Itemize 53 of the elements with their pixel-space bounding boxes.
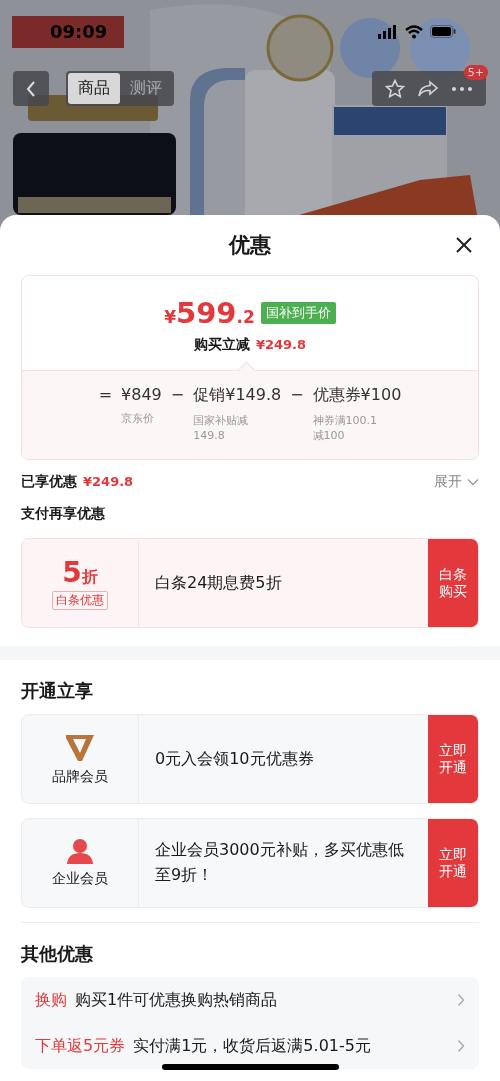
action-button[interactable]: 白条购买 [428,539,478,627]
wifi-icon [405,24,423,39]
offer-tag: 换购 [35,989,67,1011]
status-time: 09:09 [50,21,108,42]
tab[interactable]: 测评 [120,73,172,104]
offer-text: 实付满1元，收货后返满5.01-5元 [133,1035,372,1057]
section-title: 其他优惠 [21,942,94,966]
enjoyed-amount: ¥249.8 [83,474,134,489]
offer-text: 企业会员3000元补贴，多买优惠低至9折！ [154,839,405,886]
sheet-title: 优惠 [229,232,271,259]
operator-sign: − [170,385,185,406]
share-icon [417,79,439,98]
offer-text: 白条24期息费5折 [154,571,283,594]
member-label: 品牌会员 [52,768,108,786]
component-note: 京东价 [121,411,156,427]
v-logo-icon [65,732,95,762]
more-icon [451,85,473,92]
price-tag: 国补到手价 [260,302,336,324]
section-title: 支付再享优惠 [21,505,106,523]
offer-tag: 下单返5元券 [35,1035,126,1057]
signal-icon [378,24,398,39]
person-icon [66,838,94,864]
expand-toggle[interactable]: 展开 [434,473,479,491]
discount-value: 5折 [62,556,98,589]
battery-icon [430,25,456,38]
price-component: 优惠券¥100 [312,385,402,406]
chevron-right-icon [457,993,465,1007]
operator-sign: = [98,385,113,406]
chevron-right-icon [457,1039,465,1053]
back-button[interactable] [13,71,49,106]
offer-row[interactable]: 换购 购买1件可优惠换购热销商品 [21,977,479,1023]
section-title: 开通立享 [21,679,94,703]
enjoyed-label: 已享优惠 [21,473,77,491]
action-button[interactable]: 立即开通 [428,819,478,907]
saving-amount: ¥249.8 [255,337,307,352]
offer-row[interactable]: 下单返5元券 实付满1元，收货后返满5.01-5元 [21,1023,479,1069]
back-icon [26,80,36,97]
component-note: 神券满100.1减100 [312,413,379,444]
offer-text: 0元入会领10元优惠券 [154,747,315,770]
price-component: ¥849 [121,385,162,404]
saving-label: 购买立减 [193,336,250,354]
member-label: 企业会员 [52,870,108,888]
close-icon [455,236,473,254]
offer-tag: 白条优惠 [52,591,108,610]
offer-text: 购买1件可优惠换购热销商品 [75,989,279,1011]
operator-sign: − [290,385,304,406]
action-button[interactable]: 立即开通 [428,715,478,803]
star-icon [385,78,405,99]
final-price: ¥599.2 [164,296,255,330]
tab[interactable]: 商品 [68,73,120,104]
price-component: 促销¥149.8 [193,385,282,406]
component-note: 国家补贴减149.8 [193,413,250,444]
close-button[interactable] [455,236,473,254]
